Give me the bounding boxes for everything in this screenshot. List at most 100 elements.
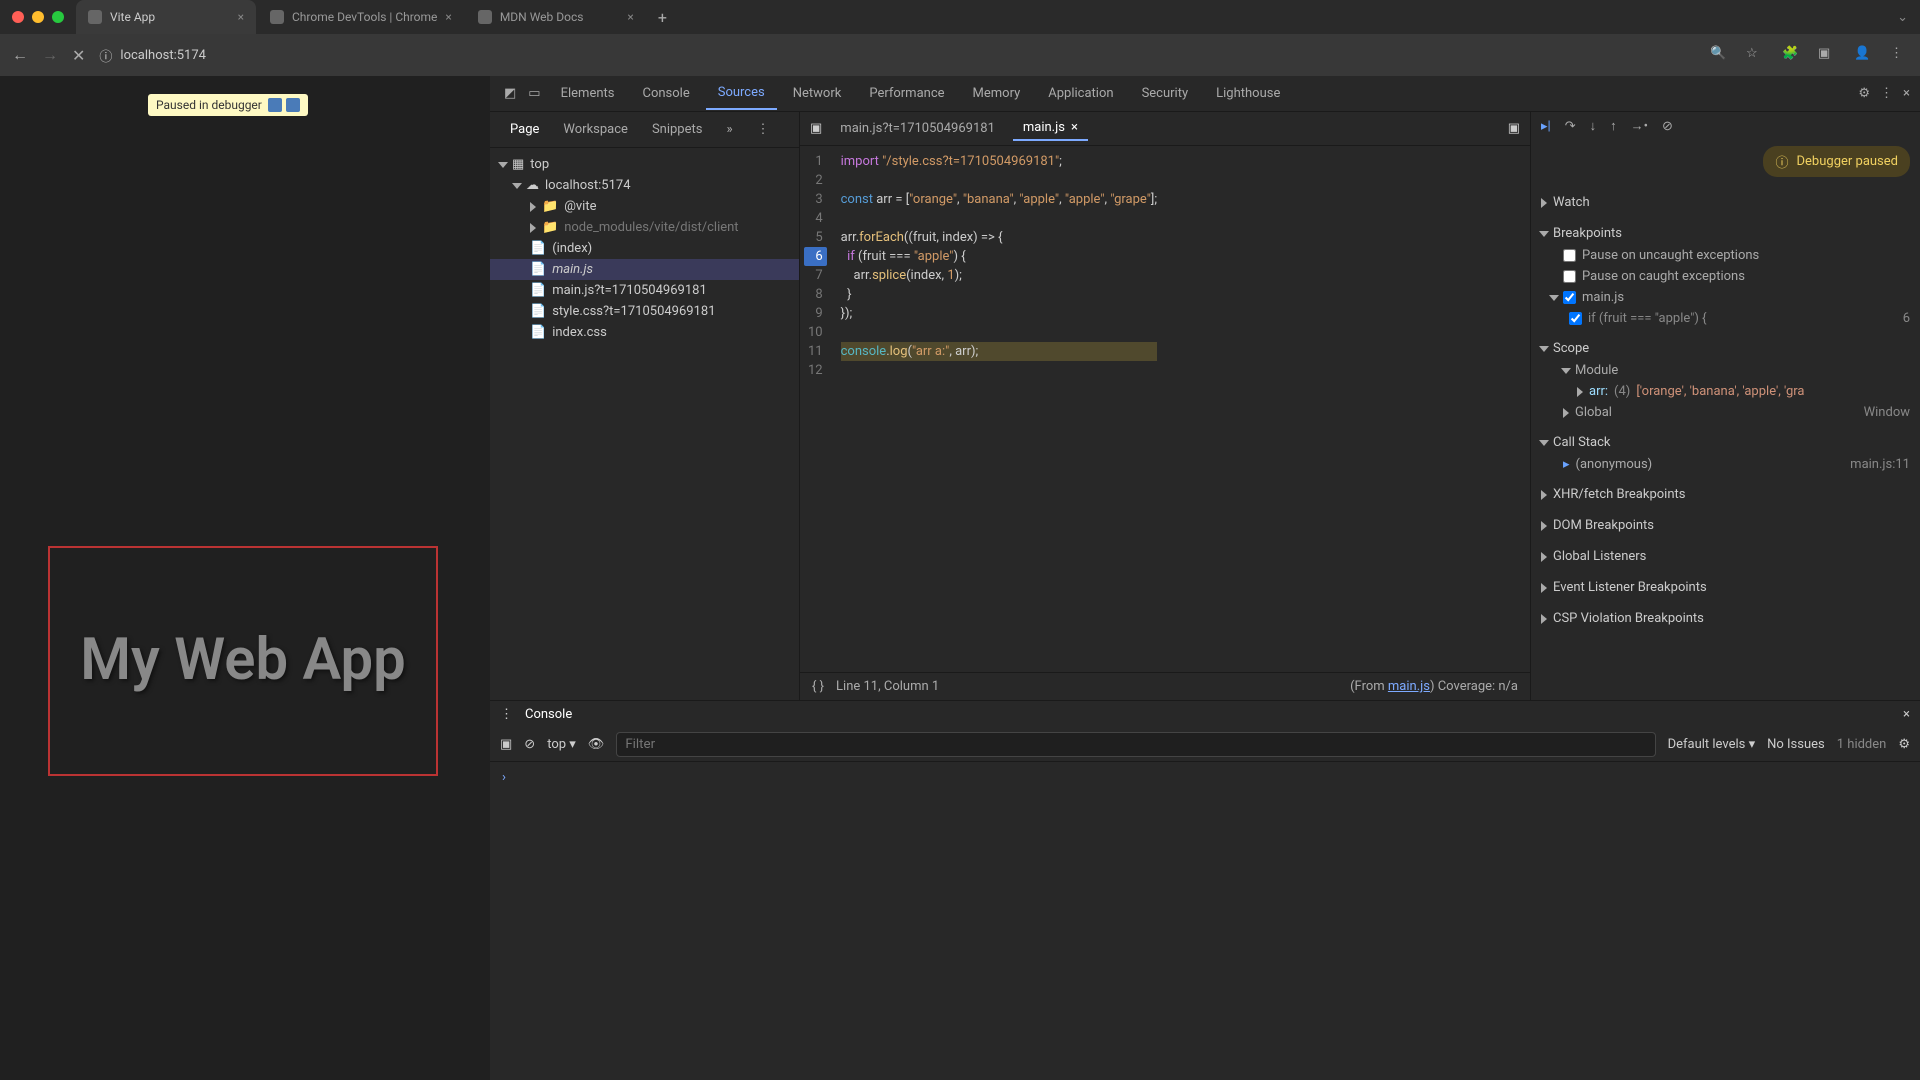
navigator-tab-workspace[interactable]: Workspace [553,118,638,141]
inspect-icon[interactable]: ◩ [500,82,520,105]
tab-network[interactable]: Network [781,78,854,109]
url-text[interactable]: localhost:5174 [120,48,206,63]
navigator-more-icon[interactable]: » [716,118,742,141]
tree-file[interactable]: 📄main.js?t=1710504969181 [490,280,799,301]
clear-console-icon[interactable]: ⊘ [524,737,535,752]
close-drawer-icon[interactable]: × [1903,707,1910,722]
code-editor: ▣ main.js?t=1710504969181 main.js× ▣ 123… [800,112,1530,700]
navigator-menu-icon[interactable]: ⋮ [747,118,780,141]
tree-file[interactable]: 📄(index) [490,238,799,259]
section-event-listeners[interactable]: Event Listener Breakpoints [1541,576,1910,599]
close-icon[interactable]: × [1071,120,1078,135]
bookmark-icon[interactable]: ☆ [1746,46,1764,64]
section-global-listeners[interactable]: Global Listeners [1541,545,1910,568]
step-over-icon[interactable] [286,98,300,112]
format-icon[interactable]: { } [812,679,824,694]
breakpoint-marker[interactable]: 6 [804,247,827,266]
site-info-icon[interactable]: ⓘ [99,46,112,65]
source-link[interactable]: main.js [1388,679,1430,694]
tab-close-icon[interactable]: × [238,10,244,24]
tab-lighthouse[interactable]: Lighthouse [1204,78,1292,109]
console-settings-icon[interactable]: ⚙ [1898,737,1910,752]
scope-global[interactable]: GlobalWindow [1541,402,1910,423]
tree-file[interactable]: 📄index.css [490,322,799,343]
console-prompt[interactable]: › [502,770,506,785]
toggle-sidebar-icon[interactable]: ▣ [500,737,512,752]
tab-close-icon[interactable]: × [445,10,451,24]
browser-tab-devtools[interactable]: Chrome DevTools | Chrome × [258,0,464,34]
zoom-icon[interactable]: 🔍 [1710,46,1728,64]
deactivate-breakpoints-button[interactable]: ⊘ [1662,119,1673,134]
console-filter-input[interactable] [616,732,1655,757]
browser-tab-vite[interactable]: Vite App × [76,0,256,34]
navigator-tab-page[interactable]: Page [500,118,549,141]
section-scope[interactable]: Scope [1541,337,1910,360]
tab-elements[interactable]: Elements [549,78,627,109]
code-content[interactable]: import "/style.css?t=1710504969181"; con… [831,146,1167,672]
live-expression-icon[interactable]: 👁 [588,737,605,752]
browser-tab-mdn[interactable]: MDN Web Docs × [466,0,646,34]
browser-toolbar: ← → ✕ ⓘ localhost:5174 🔍 ☆ 🧩 ▣ 👤 ⋮ [0,34,1920,76]
new-tab-button[interactable]: + [648,8,677,27]
tree-node-modules[interactable]: 📁node_modules/vite/dist/client [490,217,799,238]
section-breakpoints[interactable]: Breakpoints [1541,222,1910,245]
search-tabs-icon[interactable]: ⌄ [1897,10,1908,25]
section-dom[interactable]: DOM Breakpoints [1541,514,1910,537]
tab-application[interactable]: Application [1036,78,1125,109]
navigator-tab-snippets[interactable]: Snippets [642,118,713,141]
callstack-frame[interactable]: ▸ (anonymous) main.js:11 [1541,454,1910,475]
device-toolbar-icon[interactable]: ▭ [524,82,544,105]
step-out-button[interactable]: ↑ [1610,118,1617,134]
window-close[interactable] [12,11,24,23]
toggle-navigator-icon[interactable]: ▣ [810,121,822,136]
extensions-icon[interactable]: 🧩 [1782,46,1800,64]
console-tab[interactable]: Console [525,707,572,722]
toggle-debugger-icon[interactable]: ▣ [1508,121,1520,136]
back-button[interactable]: ← [12,45,28,65]
pause-caught-checkbox[interactable] [1563,270,1576,283]
section-xhr[interactable]: XHR/fetch Breakpoints [1541,483,1910,506]
resume-icon[interactable] [268,98,282,112]
section-csp[interactable]: CSP Violation Breakpoints [1541,607,1910,630]
tree-file[interactable]: 📄style.css?t=1710504969181 [490,301,799,322]
reload-button[interactable]: ✕ [72,46,85,65]
section-watch[interactable]: Watch [1541,191,1910,214]
tree-file[interactable]: 📄main.js [490,259,799,280]
step-button[interactable]: →• [1631,118,1648,134]
breakpoint-checkbox[interactable] [1569,312,1582,325]
tab-memory[interactable]: Memory [961,78,1033,109]
tab-performance[interactable]: Performance [857,78,956,109]
tab-security[interactable]: Security [1130,78,1201,109]
issues-link[interactable]: No Issues [1767,737,1825,752]
pause-uncaught-checkbox[interactable] [1563,249,1576,262]
sidepanel-icon[interactable]: ▣ [1818,46,1836,64]
scope-variable[interactable]: arr: (4) ['orange', 'banana', 'apple', '… [1541,381,1910,402]
line-gutter[interactable]: 12345 6 789101112 [800,146,831,672]
settings-icon[interactable]: ⚙ [1858,86,1870,101]
tab-close-icon[interactable]: × [627,10,633,24]
file-navigator: Page Workspace Snippets » ⋮ ▦top ☁localh… [490,112,800,700]
scope-module[interactable]: Module [1541,360,1910,381]
window-maximize[interactable] [52,11,64,23]
menu-icon[interactable]: ⋮ [1890,46,1908,64]
step-into-button[interactable]: ↓ [1590,118,1597,134]
tree-vite[interactable]: 📁@vite [490,196,799,217]
resume-button[interactable]: ▸| [1541,119,1551,134]
breakpoint-file-checkbox[interactable] [1563,291,1576,304]
console-menu-icon[interactable]: ⋮ [500,707,513,722]
tree-top[interactable]: ▦top [490,154,799,175]
section-callstack[interactable]: Call Stack [1541,431,1910,454]
editor-tab[interactable]: main.js?t=1710504969181 [830,117,1005,140]
tab-console[interactable]: Console [630,78,701,109]
tree-host[interactable]: ☁localhost:5174 [490,175,799,196]
close-devtools-icon[interactable]: × [1903,86,1910,101]
profile-icon[interactable]: 👤 [1854,46,1872,64]
step-over-button[interactable]: ↷ [1565,119,1576,134]
context-selector[interactable]: top ▾ [547,737,576,752]
log-levels-selector[interactable]: Default levels ▾ [1668,737,1756,752]
window-minimize[interactable] [32,11,44,23]
tab-sources[interactable]: Sources [706,77,777,110]
forward-button[interactable]: → [42,45,58,65]
editor-tab[interactable]: main.js× [1013,116,1088,141]
more-icon[interactable]: ⋮ [1880,86,1893,101]
